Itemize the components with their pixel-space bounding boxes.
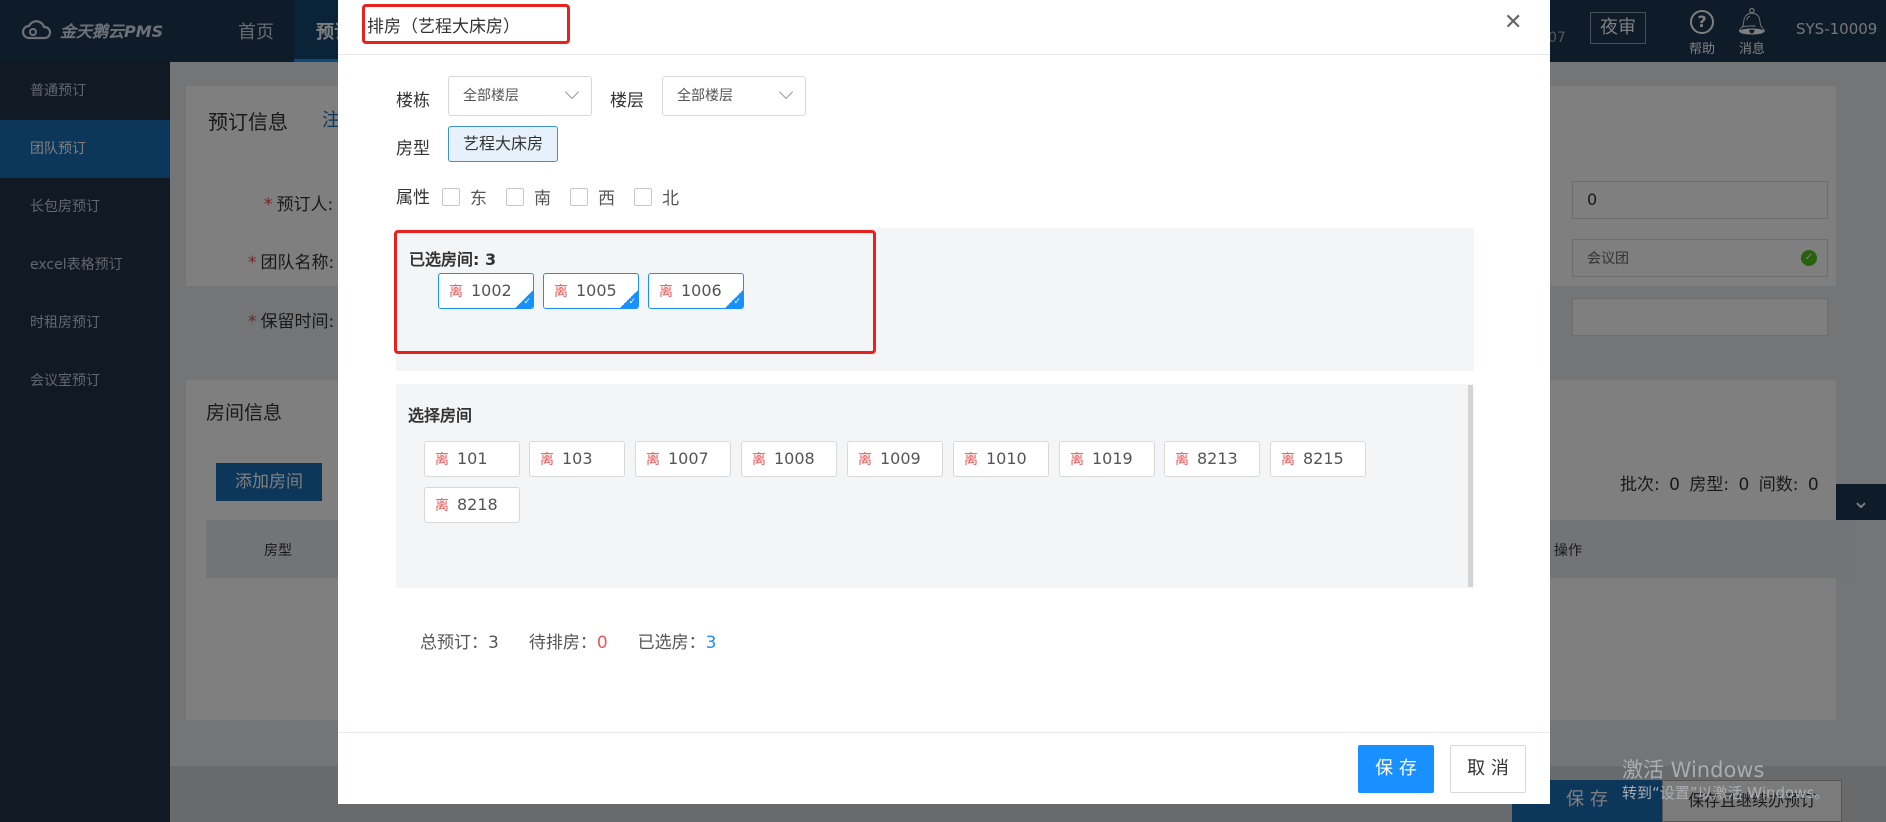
floor-label: 楼层	[610, 91, 644, 111]
checkbox[interactable]	[506, 187, 524, 206]
room-chip[interactable]: 离 101	[424, 441, 520, 477]
room-status: 离	[964, 452, 978, 468]
scrollbar[interactable]	[1468, 385, 1473, 587]
attr-north[interactable]: 北	[634, 184, 679, 209]
room-type-chip[interactable]: 艺程大床房	[448, 126, 558, 162]
room-status: 离	[540, 452, 554, 468]
assign-room-dialog: 排房（艺程大床房） ✕ 楼栋 全部楼层 楼层 全部楼层 房型 艺程大床房 属性 …	[338, 0, 1550, 804]
choose-rooms-panel	[396, 384, 1474, 588]
dialog-header: 排房（艺程大床房） ✕	[338, 0, 1550, 55]
windows-activation-watermark: 激活 Windows	[1622, 758, 1765, 782]
room-number: 1019	[1092, 449, 1133, 468]
room-chip[interactable]: 离 1007	[635, 441, 731, 477]
attr-south-label: 南	[534, 189, 551, 209]
pending-rooms: 待排房：0	[528, 633, 608, 653]
building-select[interactable]: 全部楼层	[448, 76, 592, 116]
selected-highlight-box	[394, 230, 876, 354]
chevron-down-icon	[778, 84, 794, 100]
room-chip[interactable]: 离 1009	[847, 441, 943, 477]
checkbox[interactable]	[442, 187, 460, 206]
room-number: 1008	[774, 449, 815, 468]
cancel-button[interactable]: 取 消	[1450, 745, 1526, 793]
total-bookings: 总预订：3	[420, 633, 499, 653]
selected-rooms-count: 已选房：3	[637, 633, 717, 653]
room-chip[interactable]: 离 1019	[1059, 441, 1155, 477]
room-type-label: 房型	[396, 139, 430, 159]
attr-west[interactable]: 西	[570, 184, 615, 209]
close-icon[interactable]: ✕	[1504, 10, 1522, 35]
chevron-down-icon	[564, 84, 580, 100]
attr-west-label: 西	[598, 189, 615, 209]
room-chip[interactable]: 离 8218	[424, 487, 520, 523]
room-status: 离	[646, 452, 660, 468]
attr-north-label: 北	[662, 189, 679, 209]
room-status: 离	[1281, 452, 1295, 468]
attribute-label: 属性	[396, 188, 430, 208]
room-chip[interactable]: 离 1008	[741, 441, 837, 477]
windows-activation-hint: 转到“设置”以激活 Windows。	[1622, 784, 1830, 802]
room-chip[interactable]: 离 8213	[1164, 441, 1260, 477]
assign-summary: 总预订：3 待排房：0 已选房：3	[420, 628, 716, 653]
room-chip[interactable]: 离 8215	[1270, 441, 1366, 477]
checkbox[interactable]	[634, 187, 652, 206]
room-number: 8215	[1303, 449, 1344, 468]
room-status: 离	[858, 452, 872, 468]
room-number: 1009	[880, 449, 921, 468]
attr-south[interactable]: 南	[506, 184, 551, 209]
checkbox[interactable]	[570, 187, 588, 206]
title-highlight-box	[362, 4, 570, 44]
room-number: 8213	[1197, 449, 1238, 468]
room-status: 离	[1175, 452, 1189, 468]
building-select-value: 全部楼层	[463, 88, 519, 104]
attr-east-label: 东	[470, 189, 487, 209]
room-number: 1010	[986, 449, 1027, 468]
room-number: 101	[457, 449, 488, 468]
save-button[interactable]: 保 存	[1358, 745, 1434, 793]
choose-rooms-title: 选择房间	[408, 406, 473, 425]
room-number: 8218	[457, 495, 498, 514]
room-status: 离	[1070, 452, 1084, 468]
building-label: 楼栋	[396, 91, 430, 111]
room-number: 1007	[668, 449, 709, 468]
floor-select-value: 全部楼层	[677, 88, 733, 104]
room-chip[interactable]: 离 1010	[953, 441, 1049, 477]
room-number: 103	[562, 449, 593, 468]
room-status: 离	[752, 452, 766, 468]
room-chip[interactable]: 离 103	[529, 441, 625, 477]
attr-east[interactable]: 东	[442, 184, 487, 209]
room-status: 离	[435, 452, 449, 468]
floor-select[interactable]: 全部楼层	[662, 76, 806, 116]
room-status: 离	[435, 498, 449, 514]
